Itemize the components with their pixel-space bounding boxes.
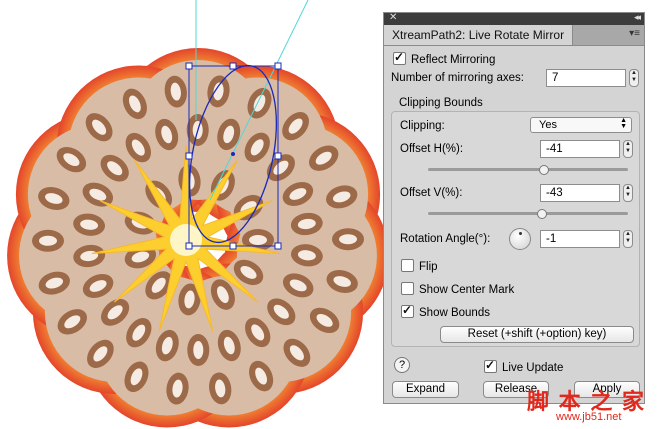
clipping-label: Clipping:: [400, 120, 445, 132]
bounds-handle[interactable]: [229, 242, 237, 250]
panel-menu-icon[interactable]: ▾≡: [629, 28, 640, 39]
panel-tab-bar: XtreamPath2: Live Rotate Mirror ▾≡: [384, 25, 644, 46]
offset-h-slider-track[interactable]: [428, 168, 628, 171]
swirl-motif: [332, 228, 364, 251]
show-center-mark-label: Show Center Mark: [419, 284, 515, 296]
checkbox-box[interactable]: [401, 282, 414, 295]
axes-label: Number of mirroring axes:: [391, 72, 524, 84]
bounds-handle[interactable]: [185, 242, 193, 250]
offset-h-input[interactable]: -41: [540, 140, 620, 158]
clipping-bounds-title: Clipping Bounds: [399, 97, 483, 109]
clipping-value: Yes: [539, 119, 557, 131]
reflect-mirroring-label: Reflect Mirroring: [411, 54, 496, 66]
axes-stepper[interactable]: ▲ ▼: [629, 69, 639, 87]
bounds-handle[interactable]: [229, 62, 237, 70]
bounds-handle[interactable]: [274, 152, 282, 160]
rotation-dial[interactable]: [509, 228, 531, 250]
rotation-angle-input[interactable]: -1: [540, 230, 620, 248]
clipping-select[interactable]: Yes ▲ ▼: [530, 117, 632, 133]
panel-top-bar: ✕ ◂◂: [384, 12, 644, 25]
checkbox-box[interactable]: [401, 259, 414, 272]
select-arrows-icon: ▲ ▼: [620, 117, 627, 130]
offset-v-stepper[interactable]: ▲ ▼: [623, 184, 633, 202]
bounds-handle[interactable]: [185, 152, 193, 160]
checkbox-box[interactable]: [484, 358, 497, 373]
offset-v-slider-thumb[interactable]: [537, 209, 547, 219]
bounds-handle[interactable]: [274, 242, 282, 250]
flip-label: Flip: [419, 261, 438, 273]
swirl-motif: [187, 334, 210, 366]
path-anchor[interactable]: [231, 152, 235, 156]
reflect-mirroring-checkbox[interactable]: Reflect Mirroring: [393, 50, 496, 66]
offset-v-input[interactable]: -43: [540, 184, 620, 202]
dial-indicator: [519, 232, 522, 235]
swirl-motif: [32, 229, 64, 252]
close-icon[interactable]: ✕: [389, 12, 397, 23]
panel-tab-title[interactable]: XtreamPath2: Live Rotate Mirror: [384, 25, 574, 45]
checkbox-box[interactable]: [401, 303, 414, 318]
reset-button[interactable]: Reset (+shift (+option) key): [440, 326, 634, 343]
axes-input[interactable]: 7: [546, 69, 626, 87]
flip-checkbox[interactable]: Flip: [401, 259, 438, 273]
expand-button[interactable]: Expand: [392, 381, 459, 398]
show-bounds-checkbox[interactable]: Show Bounds: [401, 303, 490, 319]
offset-h-slider-thumb[interactable]: [539, 165, 549, 175]
rotation-angle-label: Rotation Angle(°):: [400, 233, 491, 245]
collapse-icon[interactable]: ◂◂: [634, 12, 641, 23]
help-icon[interactable]: ?: [394, 357, 410, 373]
offset-h-label: Offset H(%):: [400, 143, 464, 155]
mandala-flower: [7, 48, 389, 428]
show-center-mark-checkbox[interactable]: Show Center Mark: [401, 282, 514, 296]
offset-h-stepper[interactable]: ▲ ▼: [623, 140, 633, 158]
live-update-checkbox[interactable]: Live Update: [484, 358, 564, 374]
watermark-url: www.jb51.net: [556, 411, 622, 423]
live-update-label: Live Update: [502, 362, 564, 374]
bounds-handle[interactable]: [274, 62, 282, 70]
center-glow: [170, 224, 202, 256]
checkbox-box[interactable]: [393, 50, 406, 65]
bounds-handle[interactable]: [185, 62, 193, 70]
offset-v-label: Offset V(%):: [400, 187, 463, 199]
show-bounds-label: Show Bounds: [419, 307, 490, 319]
rotation-angle-stepper[interactable]: ▲ ▼: [623, 230, 633, 248]
offset-v-slider-track[interactable]: [428, 212, 628, 215]
